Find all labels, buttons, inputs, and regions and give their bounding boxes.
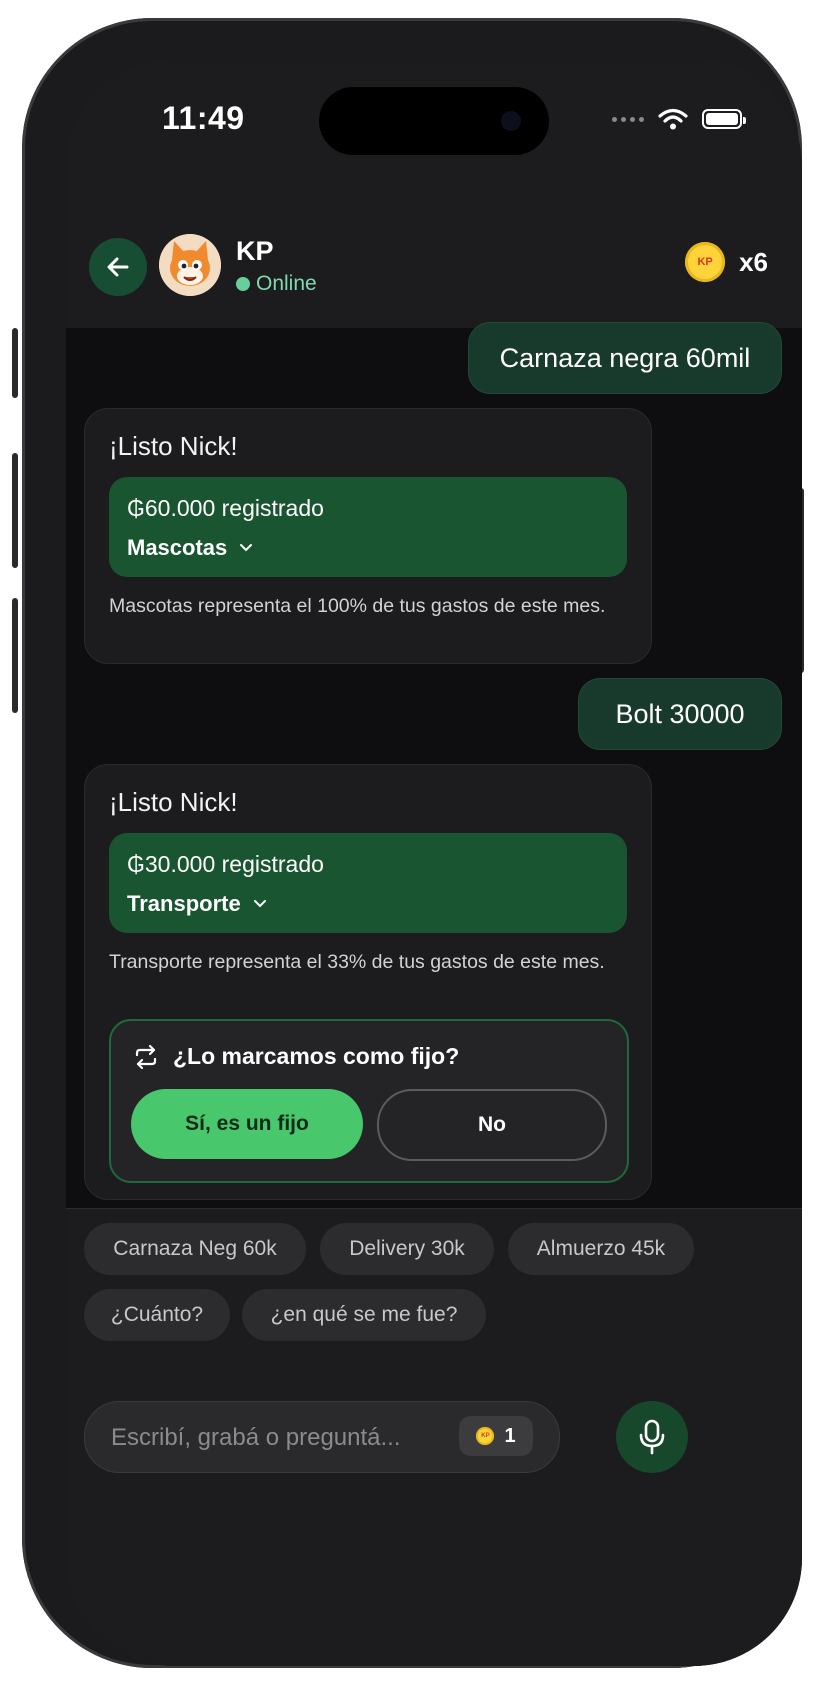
signal-icon (612, 116, 644, 122)
expense-summary: ₲30.000 registrado Transporte (109, 833, 627, 933)
category-dropdown[interactable]: Transporte (127, 891, 267, 917)
message-input[interactable]: Escribí, grabá o preguntá... KP 1 (84, 1401, 560, 1473)
expense-summary: ₲60.000 registrado Mascotas (109, 477, 627, 577)
coin-counter[interactable]: KP x6 (685, 242, 768, 282)
composer: Escribí, grabá o preguntá... KP 1 (66, 1368, 802, 1666)
chat-area[interactable]: Carnaza negra 60mil ¡Listo Nick! ₲60.000… (66, 322, 802, 1208)
recurring-prompt: ¿Lo marcamos como fijo? Sí, es un fijo N… (109, 1019, 629, 1183)
chat-header: KP Online KP x6 (66, 178, 802, 329)
expense-insight: Transporte representa el 33% de tus gast… (109, 951, 605, 973)
microphone-icon (639, 1419, 665, 1455)
screen: 11:49 KP Online KP x6 Carnaza negra 60mi… (66, 58, 802, 1666)
coin-icon: KP (685, 242, 726, 282)
online-label: Online (256, 272, 317, 295)
coin-multiplier: x6 (739, 246, 768, 277)
recurring-question: ¿Lo marcamos como fijo? (133, 1043, 459, 1070)
suggestion-chips: Carnaza Neg 60k Delivery 30k Almuerzo 45… (66, 1208, 802, 1369)
avatar[interactable] (159, 234, 221, 296)
suggestion-chip[interactable]: Almuerzo 45k (508, 1223, 694, 1275)
online-dot-icon (236, 277, 250, 291)
coin-cost: 1 (504, 1424, 516, 1447)
contact-name: KP (236, 236, 274, 266)
status-icons (612, 108, 746, 130)
bot-message-title: ¡Listo Nick! (109, 431, 238, 461)
status-time: 11:49 (162, 100, 245, 136)
arrow-left-icon (107, 257, 129, 277)
user-message: Bolt 30000 (578, 678, 782, 750)
suggestion-chip[interactable]: ¿en qué se me fue? (242, 1289, 486, 1341)
expense-amount: ₲30.000 registrado (127, 851, 324, 877)
coin-icon-label: KP (697, 256, 713, 268)
chevron-down-icon (253, 900, 266, 908)
bot-message-title: ¡Listo Nick! (109, 787, 238, 817)
suggestion-chip[interactable]: ¿Cuánto? (84, 1289, 230, 1341)
voice-record-button[interactable] (616, 1401, 688, 1473)
bot-message-card: ¡Listo Nick! ₲30.000 registrado Transpor… (84, 764, 652, 1200)
expense-amount: ₲60.000 registrado (127, 495, 324, 521)
volume-up-button (12, 453, 18, 568)
online-status: Online (236, 272, 317, 296)
cat-mascot-icon (159, 234, 221, 296)
mini-coin-label: KP (481, 1433, 490, 1439)
battery-icon (702, 109, 746, 129)
category-label: Mascotas (127, 535, 228, 560)
mark-fixed-yes-button[interactable]: Sí, es un fijo (131, 1089, 363, 1159)
camera-icon (501, 111, 521, 131)
repeat-icon (135, 1044, 157, 1069)
volume-down-button (12, 598, 18, 713)
expense-insight: Mascotas representa el 100% de tus gasto… (109, 595, 606, 617)
back-button[interactable] (89, 238, 147, 296)
suggestion-chip[interactable]: Delivery 30k (320, 1223, 494, 1275)
dynamic-island (319, 87, 549, 155)
category-label: Transporte (127, 891, 241, 916)
suggestion-chip[interactable]: Carnaza Neg 60k (84, 1223, 306, 1275)
coin-icon: KP (476, 1427, 495, 1445)
chevron-down-icon (240, 544, 253, 552)
category-dropdown[interactable]: Mascotas (127, 535, 253, 561)
message-input-placeholder: Escribí, grabá o preguntá... (111, 1424, 401, 1451)
bot-message-card: ¡Listo Nick! ₲60.000 registrado Mascotas… (84, 408, 652, 664)
coin-cost-badge: KP 1 (459, 1416, 533, 1456)
mark-fixed-no-button[interactable]: No (377, 1089, 607, 1161)
phone-frame: 11:49 KP Online KP x6 Carnaza negra 60mi… (12, 18, 804, 1668)
user-message: Carnaza negra 60mil (468, 322, 782, 394)
action-button (12, 328, 18, 398)
wifi-icon (658, 108, 688, 130)
recurring-question-label: ¿Lo marcamos como fijo? (173, 1043, 460, 1069)
